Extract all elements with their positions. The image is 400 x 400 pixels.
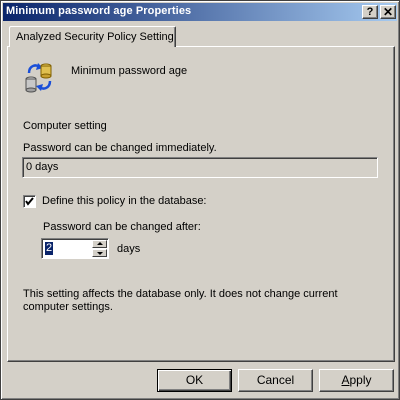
arrow-down-icon	[97, 252, 103, 255]
note-line-1: This setting affects the database only. …	[23, 288, 338, 300]
computer-setting-value-field: 0 days	[22, 157, 378, 178]
cancel-button[interactable]: Cancel	[238, 369, 313, 392]
tab-analyzed-security-policy-setting[interactable]: Analyzed Security Policy Setting	[9, 26, 176, 47]
policy-name: Minimum password age	[71, 65, 188, 77]
spinner-arrows	[92, 240, 107, 257]
apply-button[interactable]: Apply	[319, 369, 394, 392]
arrow-up-icon	[97, 242, 103, 245]
computer-setting-label: Password can be changed immediately.	[23, 142, 217, 154]
computer-setting-heading: Computer setting	[23, 120, 107, 132]
title-bar[interactable]: Minimum password age Properties ? ✕	[3, 3, 397, 21]
apply-label-rest: pply	[349, 373, 372, 387]
close-button[interactable]: ✕	[380, 5, 396, 19]
security-policy-icon	[25, 63, 52, 93]
note-line-2: computer settings.	[23, 301, 113, 313]
checkmark-icon	[25, 197, 34, 206]
window-title: Minimum password age Properties	[6, 5, 192, 17]
computer-setting-value: 0 days	[26, 161, 59, 173]
days-spinner-value[interactable]: 2	[45, 242, 54, 255]
help-button[interactable]: ?	[362, 5, 378, 19]
days-spinner[interactable]: 2	[41, 238, 109, 259]
define-policy-checkbox[interactable]	[23, 195, 36, 208]
spinner-down-button[interactable]	[92, 249, 107, 257]
properties-dialog: Minimum password age Properties ? ✕ Anal…	[0, 0, 400, 400]
define-policy-label[interactable]: Define this policy in the database:	[42, 195, 207, 207]
changed-after-label: Password can be changed after:	[43, 221, 201, 233]
days-unit-label: days	[117, 243, 141, 255]
tab-label: Analyzed Security Policy Setting	[16, 31, 174, 43]
apply-accelerator: A	[341, 373, 350, 387]
ok-button[interactable]: OK	[157, 369, 232, 392]
spinner-up-button[interactable]	[92, 240, 107, 248]
